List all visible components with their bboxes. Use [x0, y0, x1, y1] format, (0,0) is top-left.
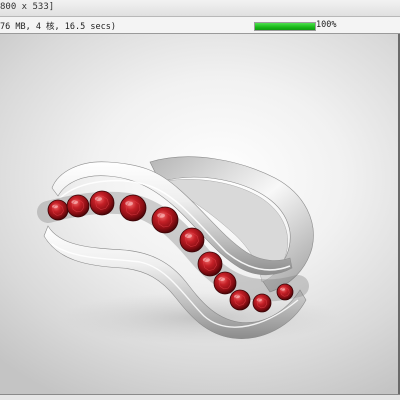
- render-progress-bar: [254, 22, 316, 31]
- render-progress-label: 100%: [316, 20, 337, 30]
- gemstone: [197, 251, 223, 277]
- gemstone: [119, 194, 147, 222]
- rendered-ring-image: [37, 156, 340, 344]
- render-stats-text: 76 MB, 4 核, 16.5 secs): [0, 22, 116, 32]
- gemstone: [179, 227, 205, 253]
- gemstone: [151, 206, 179, 234]
- render-viewport[interactable]: [0, 34, 398, 394]
- title-bar[interactable]: 800 x 533]: [0, 0, 400, 17]
- render-progress-fill: [255, 23, 315, 30]
- gemstone: [89, 190, 115, 216]
- gemstone: [229, 289, 251, 311]
- gemstone: [252, 293, 272, 313]
- gemstone: [276, 283, 294, 301]
- window-title: 800 x 533]: [0, 2, 55, 12]
- window-bottom-edge: [0, 394, 400, 400]
- gemstone: [47, 199, 69, 221]
- render-status-bar: 76 MB, 4 核, 16.5 secs) 100%: [0, 17, 400, 34]
- gemstone: [213, 271, 237, 295]
- render-window: 800 x 533] 76 MB, 4 核, 16.5 secs) 100%: [0, 0, 400, 400]
- gemstone: [66, 194, 90, 218]
